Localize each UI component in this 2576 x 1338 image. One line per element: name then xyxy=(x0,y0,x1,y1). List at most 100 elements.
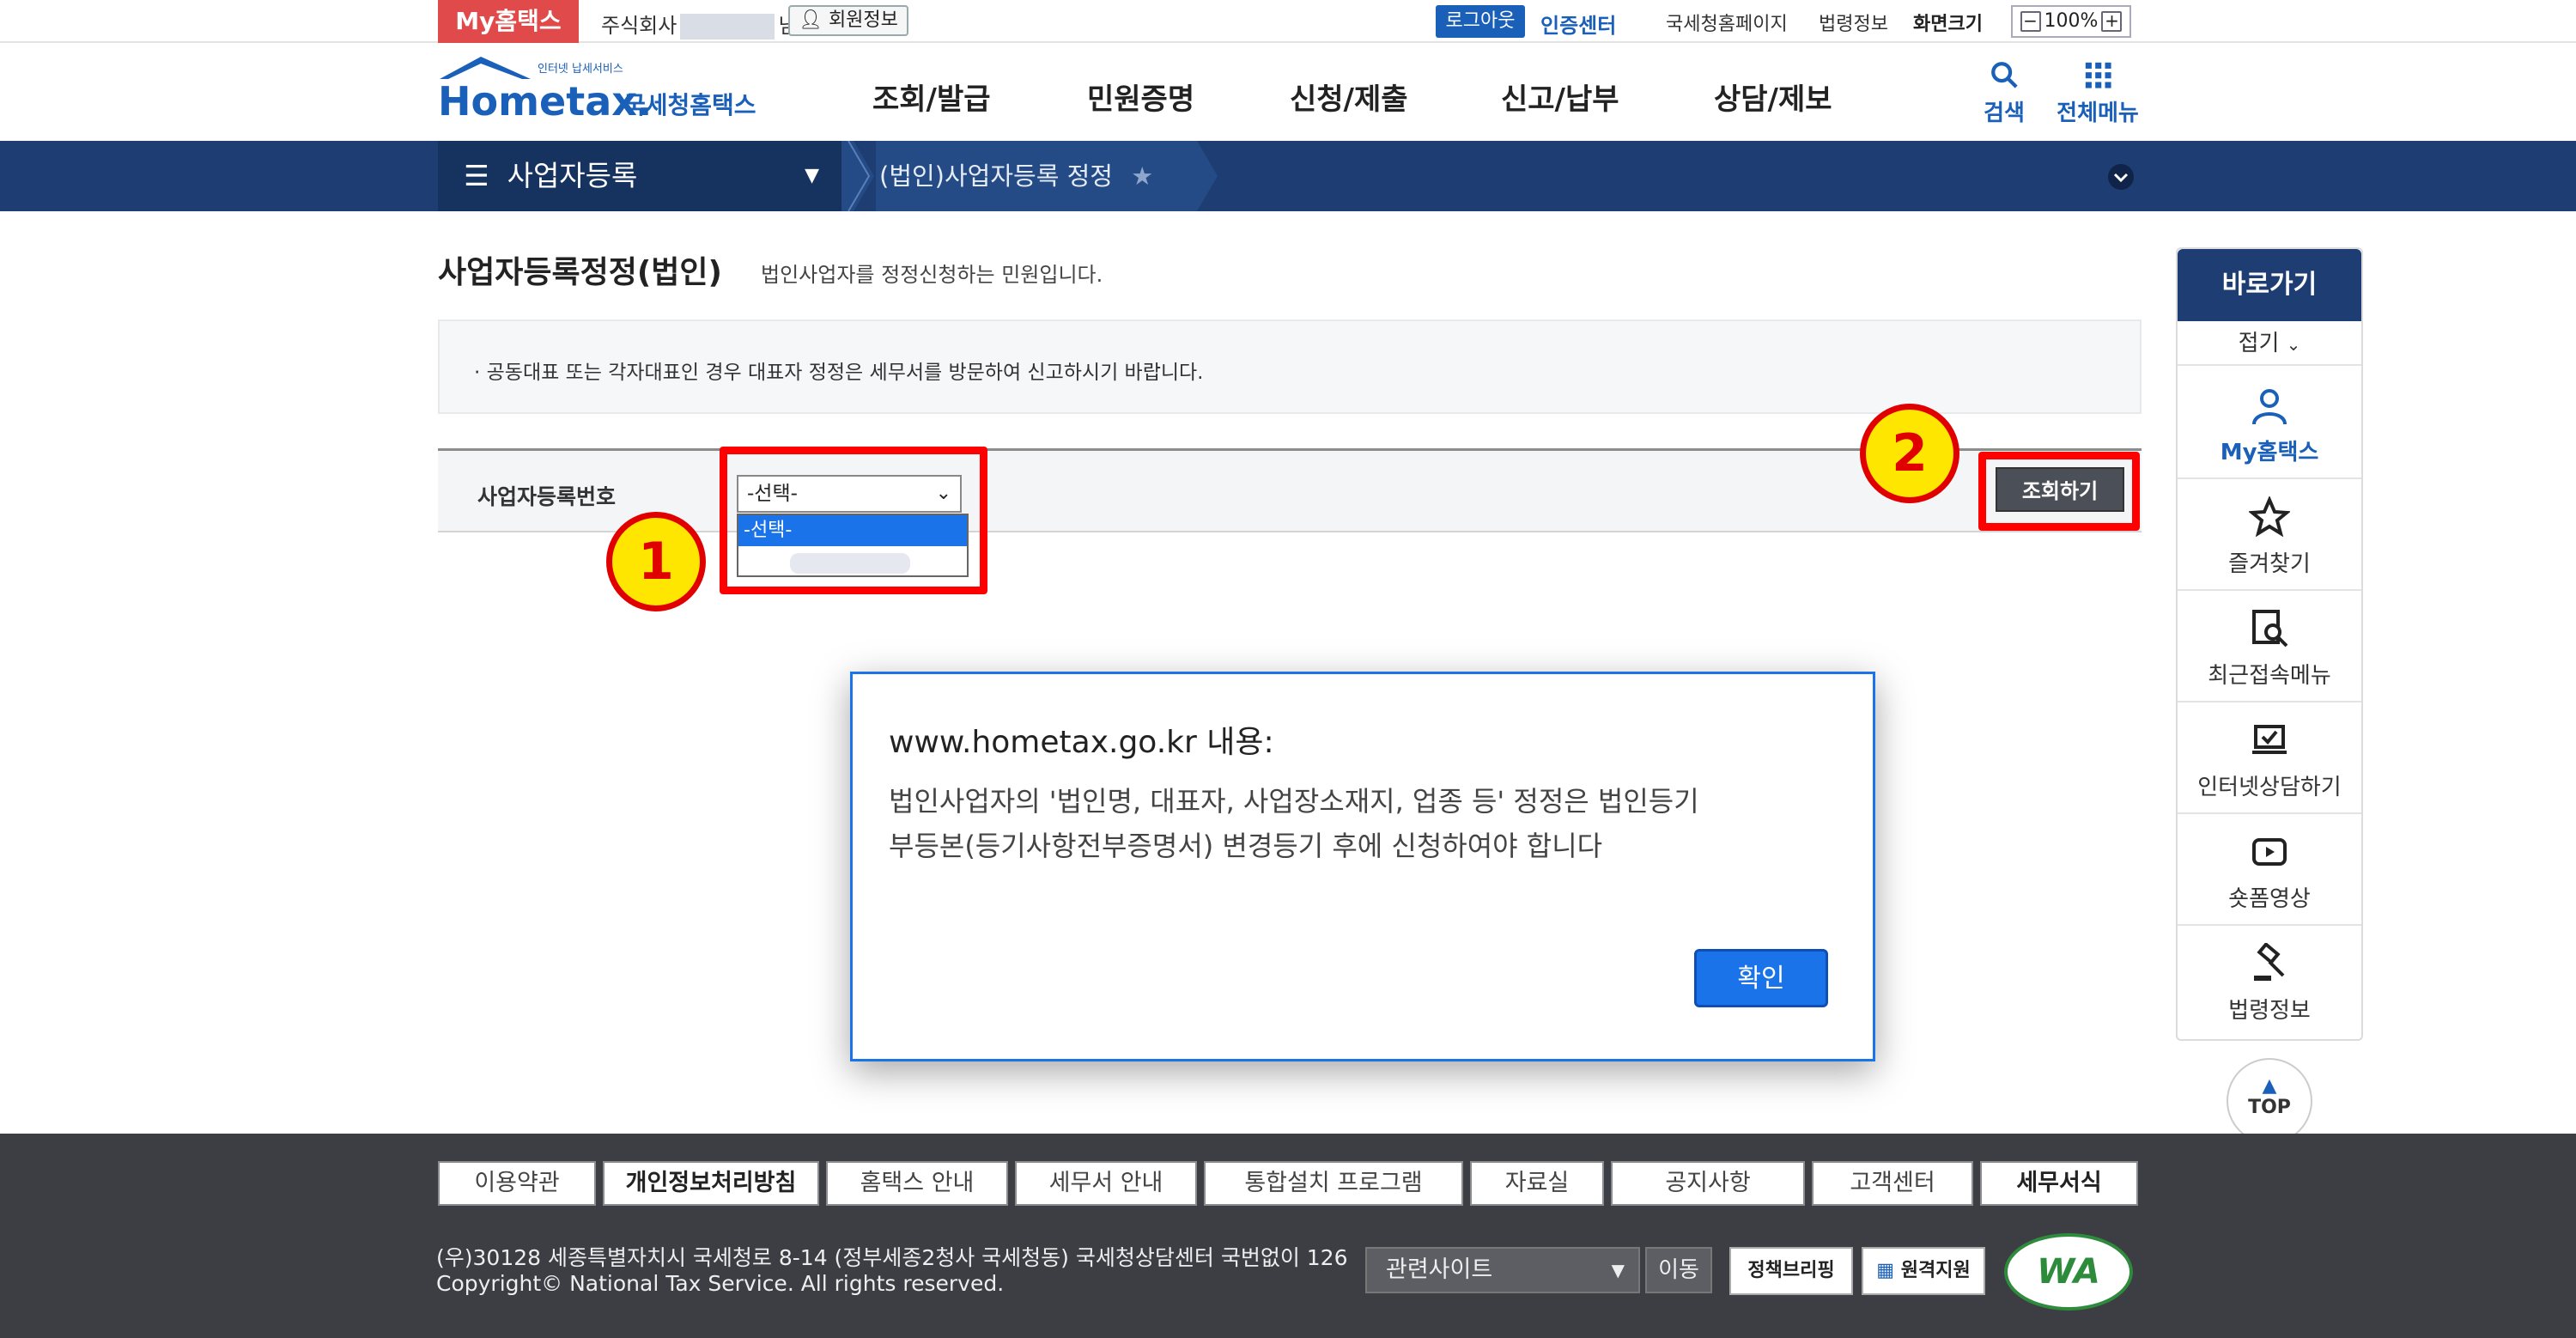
laptop-check-icon xyxy=(2252,725,2287,754)
member-info-button[interactable]: 👤︎ 회원정보 xyxy=(788,5,908,36)
document-search-icon xyxy=(2252,610,2288,648)
quick-item-my-hometax[interactable]: My홈택스 xyxy=(2178,368,2361,479)
caret-down-icon: ▼ xyxy=(1611,1260,1625,1280)
quick-item-label: 인터넷상담하기 xyxy=(2197,775,2342,800)
highlight-box-select xyxy=(720,447,987,594)
step-badge-1: 1 xyxy=(606,512,706,611)
breadcrumb-current: (법인)사업자등록 정정 ★ xyxy=(876,141,1185,211)
user-company: 주식회사님 xyxy=(601,9,797,40)
quick-item-label: 법령정보 xyxy=(2228,998,2311,1024)
zoom-level: 100% xyxy=(2044,10,2099,32)
footer-address: (우)30128 세종특별자치시 국세청로 8-14 (정부세종2청사 국세청동… xyxy=(436,1245,1347,1297)
header-search[interactable]: 검색 xyxy=(1977,60,2032,127)
remote-support-label: 원격지원 xyxy=(1900,1260,1971,1281)
quick-menu: 바로가기 접기 ⌄ My홈택스 즐겨찾기 최근접속메뉴 인터넷상담하기 숏폼영상… xyxy=(2176,247,2363,1041)
logo-small-text: 인터넷 납세서비스 xyxy=(538,63,623,76)
logo-main-text: Hometax. xyxy=(438,78,652,125)
footer-address-line: (우)30128 세종특별자치시 국세청로 8-14 (정부세종2청사 국세청동… xyxy=(436,1245,1348,1270)
quick-menu-fold[interactable]: 접기 ⌄ xyxy=(2178,321,2361,366)
related-sites-go-button[interactable]: 이동 xyxy=(1645,1247,1712,1293)
footer-copyright: Copyright© National Tax Service. All rig… xyxy=(436,1271,1005,1296)
page-description: 법인사업자를 정정신청하는 민원입니다. xyxy=(761,263,1103,287)
quick-item-label: 최근접속메뉴 xyxy=(2208,663,2331,689)
breadcrumb-current-label: (법인)사업자등록 정정 xyxy=(879,161,1113,191)
gavel-icon xyxy=(2254,943,2285,981)
top-label: TOP xyxy=(2248,1097,2291,1118)
business-reg-number-label: 사업자등록번호 xyxy=(477,484,617,509)
person-icon xyxy=(2252,389,2287,425)
quick-item-online-consult[interactable]: 인터넷상담하기 xyxy=(2178,702,2361,814)
footer-privacy[interactable]: 개인정보처리방침 xyxy=(603,1161,819,1206)
related-sites-label: 관련사이트 xyxy=(1386,1256,1493,1283)
gnb-certificate[interactable]: 민원증명 xyxy=(1087,76,1194,118)
play-icon xyxy=(2252,838,2287,866)
footer-install-program[interactable]: 통합설치 프로그램 xyxy=(1204,1161,1463,1206)
scroll-top-button[interactable]: ▲ TOP xyxy=(2227,1058,2312,1144)
my-hometax-tab[interactable]: My홈택스 xyxy=(438,0,579,43)
remote-support-link[interactable]: ▦ 원격지원 xyxy=(1862,1247,1985,1295)
header-all-menu[interactable]: 전체메뉴 xyxy=(2050,60,2145,127)
dialog-message-line2: 부등본(등기사항전부증명서) 변경등기 후에 신청하여야 합니다 xyxy=(889,830,1603,862)
law-info-link[interactable]: 법령정보 xyxy=(1819,9,1888,36)
footer-terms[interactable]: 이용약관 xyxy=(438,1161,596,1206)
related-sites-select[interactable]: 관련사이트 ▼ xyxy=(1365,1247,1640,1293)
footer-hometax-guide[interactable]: 홈택스 안내 xyxy=(826,1161,1008,1206)
dialog-message-line1: 법인사업자의 '법인명, 대표자, 사업장소재지, 업종 등' 정정은 법인등기 xyxy=(889,785,1699,818)
screen-size-label: 화면크기 xyxy=(1913,14,1983,35)
dialog-ok-button[interactable]: 확인 xyxy=(1694,949,1828,1007)
web-accessibility-mark: WA xyxy=(2004,1233,2133,1311)
quick-menu-title: 바로가기 xyxy=(2178,249,2361,321)
quick-item-law[interactable]: 법령정보 xyxy=(2178,926,2361,1037)
arrow-up-icon: ▲ xyxy=(2262,1075,2277,1097)
chevron-down-icon: ⌄ xyxy=(2286,334,2301,355)
step-badge-2: 2 xyxy=(1860,404,1959,503)
main-header xyxy=(0,43,2576,141)
search-icon xyxy=(1991,62,2018,88)
dialog-title: www.hometax.go.kr 내용: xyxy=(889,725,1274,760)
cert-center-link[interactable]: 인증센터 xyxy=(1540,9,1616,39)
footer-office-guide[interactable]: 세무서 안내 xyxy=(1015,1161,1197,1206)
breadcrumb-separator xyxy=(841,141,874,211)
page-title: 사업자등록정정(법인) xyxy=(438,255,722,290)
quick-item-shorts[interactable]: 숏폼영상 xyxy=(2178,814,2361,926)
gnb-consult[interactable]: 상담/제보 xyxy=(1714,76,1832,118)
footer-library[interactable]: 자료실 xyxy=(1470,1161,1604,1206)
nav-section-label: 사업자등록 xyxy=(507,159,638,192)
breadcrumb-end-arrow xyxy=(1185,141,1218,211)
quick-menu-fold-label: 접기 xyxy=(2238,331,2280,356)
zoom-out-button[interactable]: − xyxy=(2020,11,2041,32)
alert-dialog: www.hometax.go.kr 내용: 법인사업자의 '법인명, 대표자, … xyxy=(850,672,1875,1061)
company-prefix: 주식회사 xyxy=(601,14,677,38)
nav-section-select[interactable]: ☰ 사업자등록 ▼ xyxy=(438,141,841,211)
caret-down-icon: ▼ xyxy=(805,165,819,186)
zoom-control: −100% + xyxy=(2011,5,2131,38)
zoom-in-button[interactable]: + xyxy=(2101,11,2123,32)
quick-item-label: My홈택스 xyxy=(2220,440,2319,465)
footer-customer-center[interactable]: 고객센터 xyxy=(1812,1161,1973,1206)
star-outline-icon xyxy=(2249,496,2290,538)
member-info-label: 회원정보 xyxy=(828,9,898,31)
nav-expand-icon[interactable] xyxy=(2107,163,2135,191)
breadcrumb-bar xyxy=(0,141,2576,211)
remote-support-icon: ▦ xyxy=(1876,1260,1895,1281)
hamburger-icon: ☰ xyxy=(464,159,489,192)
search-label: 검색 xyxy=(1984,100,2025,126)
hometax-logo[interactable]: 인터넷 납세서비스 Hometax. 국세청홈택스 xyxy=(436,53,762,125)
gnb-report[interactable]: 신고/납부 xyxy=(1501,76,1619,118)
highlight-box-inquiry xyxy=(1978,452,2140,531)
logo-sub-text: 국세청홈택스 xyxy=(623,91,756,119)
quick-item-label: 숏폼영상 xyxy=(2228,886,2311,912)
all-menu-label: 전체메뉴 xyxy=(2057,100,2139,126)
logout-button[interactable]: 로그아웃 xyxy=(1436,5,1525,38)
footer-notice[interactable]: 공지사항 xyxy=(1611,1161,1805,1206)
quick-item-favorites[interactable]: 즐겨찾기 xyxy=(2178,479,2361,591)
nts-homepage-link[interactable]: 국세청홈페이지 xyxy=(1666,9,1788,36)
gnb-apply[interactable]: 신청/제출 xyxy=(1290,76,1408,118)
star-icon[interactable]: ★ xyxy=(1131,161,1153,191)
masked-company-name xyxy=(680,14,775,40)
gnb-inquiry[interactable]: 조회/발급 xyxy=(872,76,991,118)
policy-briefing-link[interactable]: 정책브리핑 xyxy=(1729,1247,1853,1295)
person-icon: 👤︎ xyxy=(799,9,823,31)
footer-tax-forms[interactable]: 세무서식 xyxy=(1980,1161,2138,1206)
quick-item-recent[interactable]: 최근접속메뉴 xyxy=(2178,591,2361,702)
